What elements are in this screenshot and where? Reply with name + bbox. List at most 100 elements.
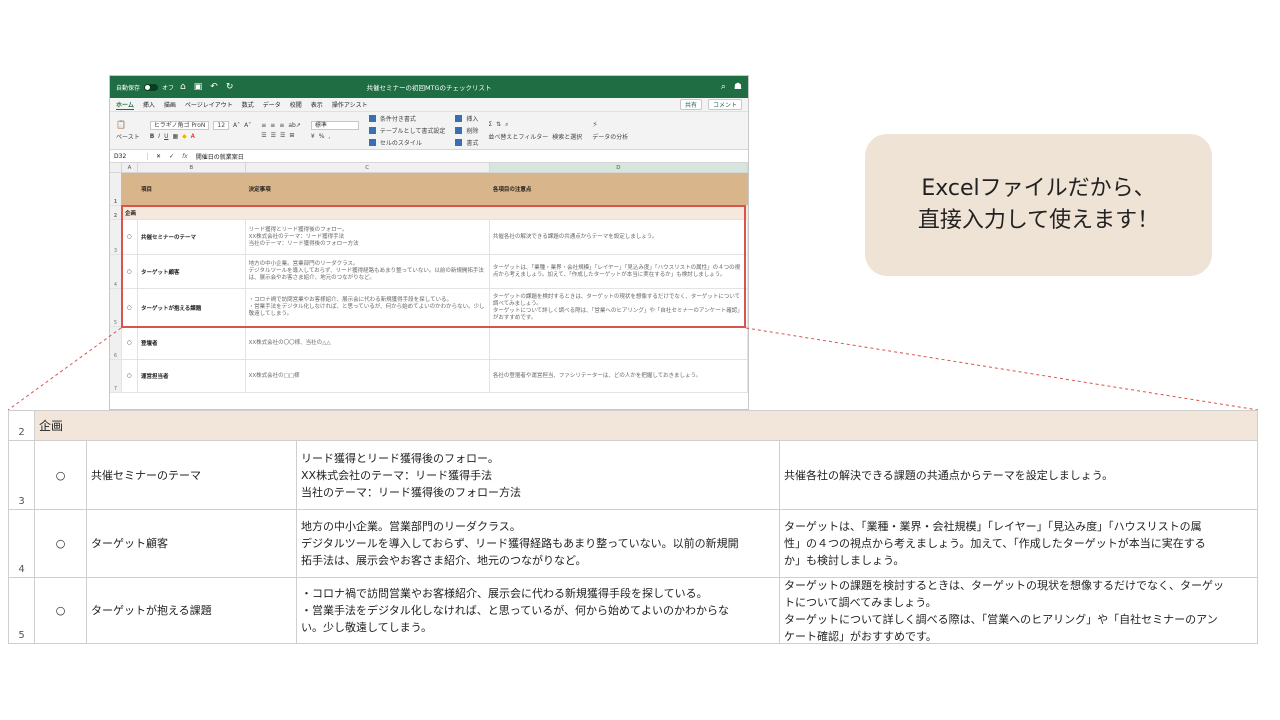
font-shrink-icon[interactable]: A˅ (244, 122, 251, 129)
fx-icon[interactable]: fx (182, 153, 188, 160)
align-top-icon[interactable]: ≡ (261, 122, 266, 129)
status-mark[interactable]: ○ (122, 327, 138, 359)
cancel-icon[interactable]: ✕ (156, 153, 161, 160)
align-left-icon[interactable]: ☰ (261, 132, 266, 139)
status-mark[interactable]: ○ (122, 255, 138, 288)
name-box[interactable]: D32 (114, 152, 148, 160)
zoom-decision-cell[interactable]: リード獲得とリード獲得後のフォロー。 XX株式会社のテーマ：リード獲得手法 当社のテ… (297, 441, 780, 509)
note-cell[interactable]: ターゲットは、「業種・業界・会社規模」「レイヤー」「見込み度」「ハウスリストの属… (490, 255, 748, 288)
home-icon[interactable]: ⌂ (178, 82, 188, 92)
decision-cell[interactable]: リード獲得とリード獲得後のフォロー。 XX株式会社のテーマ：リード獲得手法 当社… (246, 220, 490, 254)
tab-insert[interactable]: 挿入 (143, 100, 155, 109)
tab-review[interactable]: 校閲 (290, 100, 302, 109)
column-header-d[interactable]: D (489, 163, 748, 172)
column-header-b[interactable]: B (138, 163, 246, 172)
tab-data[interactable]: データ (263, 100, 281, 109)
orientation-icon[interactable]: ab↗ (288, 122, 301, 129)
tab-draw[interactable]: 描画 (164, 100, 176, 109)
decision-cell[interactable]: ・コロナ禍で訪問営業やお客様紹介、展示会に代わる新規獲得手段を探している。 ・営… (246, 289, 490, 326)
select-all-corner[interactable] (110, 163, 122, 172)
zoom-status-mark[interactable]: ○ (35, 441, 87, 509)
decision-cell[interactable]: 地方の中小企業。営業部門のリーダクラス。 デジタルツールを導入しておらず、リード… (246, 255, 490, 288)
section-cell[interactable]: 企画 (122, 206, 748, 219)
zoom-item-cell[interactable]: ターゲット顧客 (87, 510, 297, 577)
tab-formulas[interactable]: 数式 (242, 100, 254, 109)
row-number[interactable]: 6 (110, 327, 122, 359)
item-cell[interactable]: 共催セミナーのテーマ (138, 220, 246, 254)
zoom-section-label[interactable]: 企画 (35, 411, 1258, 440)
tab-view[interactable]: 表示 (311, 100, 323, 109)
zoom-note-cell[interactable]: ターゲットは、「業種・業界・会社規模」「レイヤー」「見込み度」「ハウスリストの属… (780, 510, 1258, 577)
item-cell[interactable]: ターゲット顧客 (138, 255, 246, 288)
sort-filter-icon[interactable]: ⇅ (496, 121, 501, 128)
zoom-decision-cell[interactable]: 地方の中小企業。営業部門のリーダクラス。 デジタルツールを導入しておらず、リード獲… (297, 510, 780, 577)
zoom-decision-cell[interactable]: ・コロナ禍で訪問営業やお客様紹介、展示会に代わる新規獲得手段を探している。 ・営業… (297, 578, 780, 643)
tab-page-layout[interactable]: ページレイアウト (185, 100, 233, 109)
fill-color-icon[interactable]: ◆ (182, 133, 187, 140)
column-header-a[interactable]: A (122, 163, 138, 172)
insert-button[interactable]: 挿入 (466, 114, 478, 123)
note-cell[interactable]: 各社の登壇者や運営担当、ファシリテーターは、どの人かを把握しておきましょう。 (490, 360, 748, 392)
comment-button[interactable]: コメント (707, 99, 742, 110)
note-cell[interactable] (490, 327, 748, 359)
autosave-toggle[interactable] (144, 83, 159, 91)
save-icon[interactable]: ▣ (192, 82, 205, 92)
decision-cell[interactable]: XX株式会社の□□様 (246, 360, 490, 392)
item-cell[interactable]: 運営担当者 (138, 360, 246, 392)
border-icon[interactable]: ▦ (172, 133, 178, 140)
search-icon[interactable]: ⌕ (721, 82, 726, 92)
bold-icon[interactable]: B (150, 133, 155, 140)
header-item[interactable]: 項目 (138, 173, 246, 205)
share-button[interactable]: 共有 (679, 99, 702, 110)
font-color-icon[interactable]: A (191, 133, 195, 140)
zoom-note-cell[interactable]: ターゲットの課題を検討するときは、ターゲットの現状を想像するだけでなく、ターゲッ… (780, 578, 1258, 643)
header-notes[interactable]: 各項目の注意点 (490, 173, 748, 205)
row-number[interactable]: 2 (110, 206, 122, 219)
table-format-button[interactable]: テーブルとして書式設定 (380, 126, 445, 135)
conditional-format-button[interactable]: 条件付き書式 (380, 114, 416, 123)
zoom-item-cell[interactable]: 共催セミナーのテーマ (87, 441, 297, 509)
zoom-item-cell[interactable]: ターゲットが抱える課題 (87, 578, 297, 643)
align-right-icon[interactable]: ☰ (280, 132, 285, 139)
font-name-select[interactable]: ヒラギノ角ゴ ProN (149, 121, 210, 130)
analyze-data-icon[interactable]: ⚡ (592, 120, 628, 129)
align-center-icon[interactable]: ☰ (271, 132, 276, 139)
cell-style-button[interactable]: セルのスタイル (380, 138, 422, 147)
sort-filter-button[interactable]: 並べ替えとフィルター (488, 132, 548, 141)
item-cell[interactable]: 登壇者 (138, 327, 246, 359)
decision-cell[interactable]: XX株式会社の〇〇様、当社の△△ (246, 327, 490, 359)
row-number[interactable]: 4 (110, 255, 122, 288)
delete-button[interactable]: 削除 (466, 126, 478, 135)
merge-icon[interactable]: ⊞ (289, 132, 294, 139)
tab-home[interactable]: ホーム (116, 100, 134, 110)
align-bottom-icon[interactable]: ≡ (279, 122, 284, 129)
header-decision[interactable]: 決定事項 (246, 173, 490, 205)
account-icon[interactable]: ☗ (734, 82, 742, 92)
comma-icon[interactable]: , (328, 133, 330, 140)
currency-icon[interactable]: ¥ (311, 133, 315, 140)
italic-icon[interactable]: I (158, 133, 160, 140)
status-mark[interactable]: ○ (122, 220, 138, 254)
font-size-select[interactable]: 12 (213, 121, 230, 130)
zoom-status-mark[interactable]: ○ (35, 578, 87, 643)
undo-icon[interactable]: ↶ (208, 82, 220, 92)
note-cell[interactable]: ターゲットの課題を検討するときは、ターゲットの現状を想像するだけでなく、ターゲッ… (490, 289, 748, 326)
tab-tell-me[interactable]: 操作アシスト (332, 100, 368, 109)
redo-icon[interactable]: ↻ (224, 82, 236, 92)
note-cell[interactable]: 共催各社の解決できる課題の共通点からテーマを設定しましょう。 (490, 220, 748, 254)
row-number[interactable]: 1 (110, 173, 122, 205)
zoom-status-mark[interactable]: ○ (35, 510, 87, 577)
column-header-c[interactable]: C (246, 163, 490, 172)
row-number[interactable]: 5 (110, 289, 122, 326)
confirm-icon[interactable]: ✓ (169, 153, 174, 160)
number-format-select[interactable]: 標準 (310, 121, 359, 130)
autosum-icon[interactable]: Σ (488, 121, 492, 128)
find-select-button[interactable]: 検索と選択 (552, 132, 582, 141)
percent-icon[interactable]: % (319, 133, 325, 140)
font-grow-icon[interactable]: A˄ (233, 122, 240, 129)
status-mark[interactable]: ○ (122, 360, 138, 392)
find-icon[interactable]: ⌕ (505, 121, 508, 129)
align-middle-icon[interactable]: ≡ (270, 122, 275, 129)
format-button[interactable]: 書式 (466, 138, 478, 147)
zoom-note-cell[interactable]: 共催各社の解決できる課題の共通点からテーマを設定しましょう。 (780, 441, 1258, 509)
